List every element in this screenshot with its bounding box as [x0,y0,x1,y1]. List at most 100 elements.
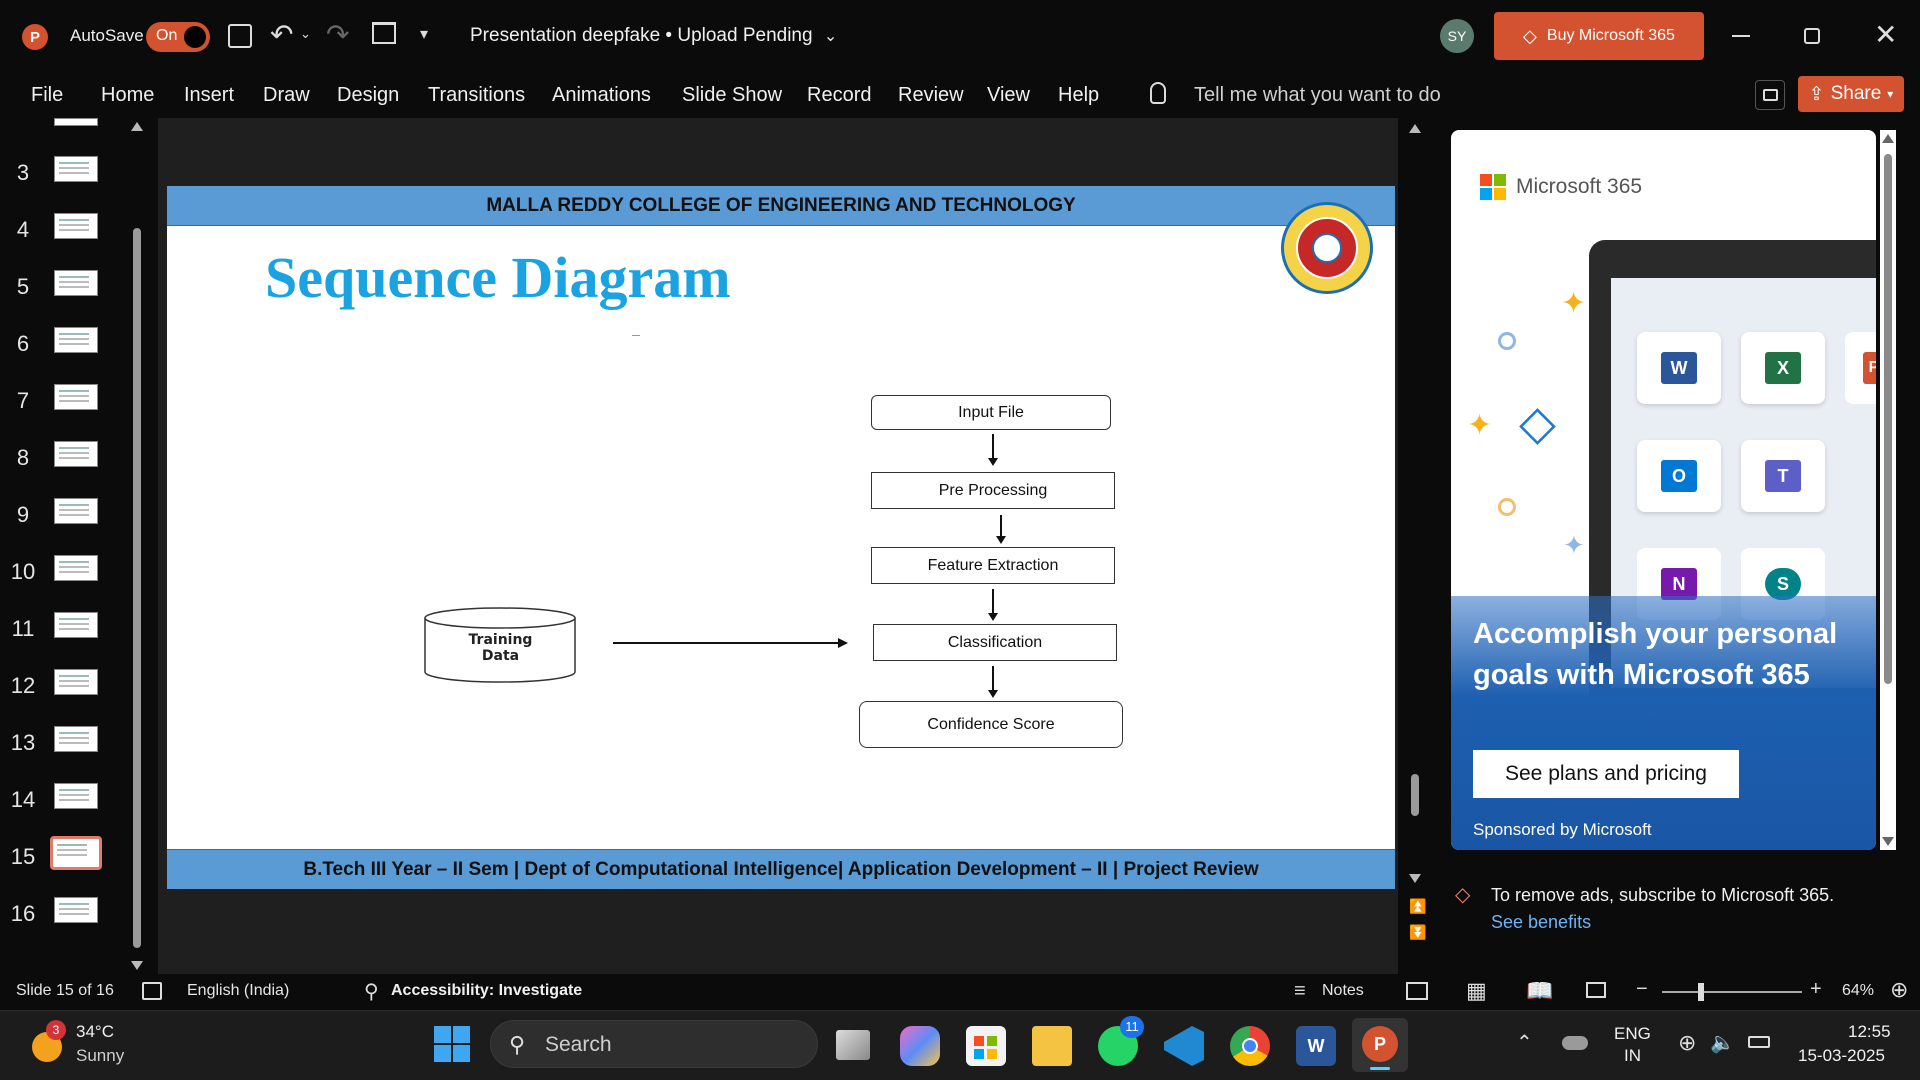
partial-thumbnail[interactable] [54,118,98,126]
menu-insert[interactable]: Insert [184,84,234,107]
scroll-up-icon[interactable] [1409,124,1421,133]
thumbnail-13[interactable]: 13 [0,726,110,766]
thumbnail-4[interactable]: 4 [0,213,110,253]
step-classification[interactable]: Classification [873,624,1117,661]
close-icon[interactable]: ✕ [1874,18,1897,51]
redo-icon[interactable]: ↷ [326,18,349,51]
step-feature-extraction[interactable]: Feature Extraction [871,547,1115,584]
comments-button[interactable] [1755,80,1785,110]
onedrive-icon[interactable] [1562,1036,1588,1050]
zoom-in-icon[interactable]: + [1810,978,1822,1001]
editor-scrollbar[interactable]: ⏫ ⏬ [1406,118,1426,974]
step-input-file[interactable]: Input File [871,395,1111,430]
language-indicator[interactable]: English (India) [187,982,289,1000]
menu-draw[interactable]: Draw [263,84,310,107]
ad-scrollbar[interactable] [1880,130,1896,850]
menu-design[interactable]: Design [337,84,399,107]
save-icon[interactable] [228,24,252,48]
scroll-up-icon[interactable] [1882,134,1894,143]
menu-review[interactable]: Review [898,84,964,107]
menu-help[interactable]: Help [1058,84,1099,107]
thumbnail-8[interactable]: 8 [0,441,110,481]
thumbnail-5[interactable]: 5 [0,270,110,310]
fit-to-window-icon[interactable]: ⊕ [1890,977,1908,1003]
clock-time[interactable]: 12:55 [1848,1022,1891,1042]
thumbnail-6[interactable]: 6 [0,327,110,367]
zoom-out-icon[interactable]: − [1636,978,1648,1001]
menu-file[interactable]: File [31,84,63,107]
slide-15[interactable]: MALLA REDDY COLLEGE OF ENGINEERING AND T… [167,186,1395,889]
scroll-down-icon[interactable] [1409,874,1421,883]
scrollbar-thumb[interactable] [133,228,141,948]
menu-transitions[interactable]: Transitions [428,84,525,107]
scroll-up-icon[interactable] [131,122,143,131]
accessibility-status[interactable]: Accessibility: Investigate [391,982,582,1000]
avatar[interactable]: SY [1440,19,1474,53]
task-view-icon[interactable] [836,1030,870,1060]
notes-button[interactable]: Notes [1322,982,1364,1000]
powerpoint-taskbar-active[interactable]: P [1352,1018,1408,1072]
microsoft-store-icon[interactable] [966,1026,1006,1066]
buy-microsoft-365-button[interactable]: ◇ Buy Microsoft 365 [1494,12,1704,60]
thumbnail-3[interactable]: 3 [0,156,110,196]
zoom-level[interactable]: 64% [1842,982,1874,1000]
document-title[interactable]: Presentation deepfake • Upload Pending ⌄ [470,25,837,47]
customize-toolbar-icon[interactable]: ▾ [420,24,428,44]
previous-slide-icon[interactable]: ⏫ [1409,898,1426,915]
volume-icon[interactable]: 🔈 [1710,1030,1735,1055]
slide-sorter-icon[interactable]: ▦ [1466,980,1487,1002]
training-data-database[interactable]: Training Data [423,606,578,686]
thumbnail-9[interactable]: 9 [0,498,110,538]
show-hidden-icons[interactable]: ⌃ [1516,1030,1533,1055]
weather-widget[interactable]: 3 34°C Sunny [28,1020,148,1070]
thumbnail-12[interactable]: 12 [0,669,110,709]
taskbar-search[interactable]: ⚲ Search [490,1020,818,1068]
see-plans-button[interactable]: See plans and pricing [1473,750,1739,798]
file-explorer-icon[interactable] [1032,1026,1072,1066]
restore-icon[interactable] [1804,28,1820,44]
whatsapp-icon[interactable]: 11 [1098,1016,1144,1066]
present-icon[interactable] [372,22,396,44]
word-icon[interactable]: W [1296,1026,1336,1066]
menu-home[interactable]: Home [101,84,154,107]
thumbnail-16[interactable]: 16 [0,897,110,937]
battery-icon[interactable] [1748,1036,1770,1048]
chrome-icon[interactable] [1230,1026,1270,1066]
normal-view-icon[interactable] [1406,982,1428,1000]
slideshow-icon[interactable] [1586,982,1606,998]
slide-title[interactable]: Sequence Diagram [265,244,731,311]
undo-dropdown-icon[interactable]: ⌄ [300,26,311,42]
network-icon[interactable]: ⊕ [1678,1030,1696,1056]
microsoft-365-ad-card[interactable]: Microsoft 365 W X P O T N S ✦ ✦ ✦ ◇ Acco… [1451,130,1876,850]
menu-record[interactable]: Record [807,84,871,107]
clock-date[interactable]: 15-03-2025 [1798,1046,1885,1066]
minimize-icon[interactable] [1732,35,1750,37]
thumbnail-11[interactable]: 11 [0,612,110,652]
share-button[interactable]: ⇪ Share ▾ [1798,76,1904,112]
spelling-check-icon[interactable] [142,982,162,1000]
tell-me-search[interactable]: Tell me what you want to do [1194,84,1441,107]
thumbnail-scrollbar[interactable] [128,118,146,974]
step-confidence-score[interactable]: Confidence Score [859,701,1123,748]
zoom-slider-knob[interactable] [1698,983,1704,1001]
scroll-down-icon[interactable] [131,961,143,970]
next-slide-icon[interactable]: ⏬ [1409,924,1426,941]
thumbnail-10[interactable]: 10 [0,555,110,595]
see-benefits-link[interactable]: See benefits [1491,912,1591,933]
copilot-icon[interactable] [900,1026,940,1066]
start-button[interactable] [434,1026,470,1062]
language-top[interactable]: ENG [1614,1024,1651,1044]
menu-slide-show[interactable]: Slide Show [682,84,782,107]
reading-view-icon[interactable]: 📖 [1526,980,1553,1002]
step-pre-processing[interactable]: Pre Processing [871,472,1115,509]
scrollbar-thumb[interactable] [1411,774,1419,816]
zoom-slider[interactable] [1662,983,1802,1001]
thumbnail-7[interactable]: 7 [0,384,110,424]
menu-view[interactable]: View [987,84,1030,107]
scroll-down-icon[interactable] [1882,837,1894,846]
autosave-toggle[interactable]: On [146,22,210,52]
scrollbar-thumb[interactable] [1884,154,1892,684]
menu-animations[interactable]: Animations [552,84,651,107]
undo-icon[interactable]: ↶ [270,18,293,51]
thumbnail-15-selected[interactable]: 15 [0,836,110,880]
